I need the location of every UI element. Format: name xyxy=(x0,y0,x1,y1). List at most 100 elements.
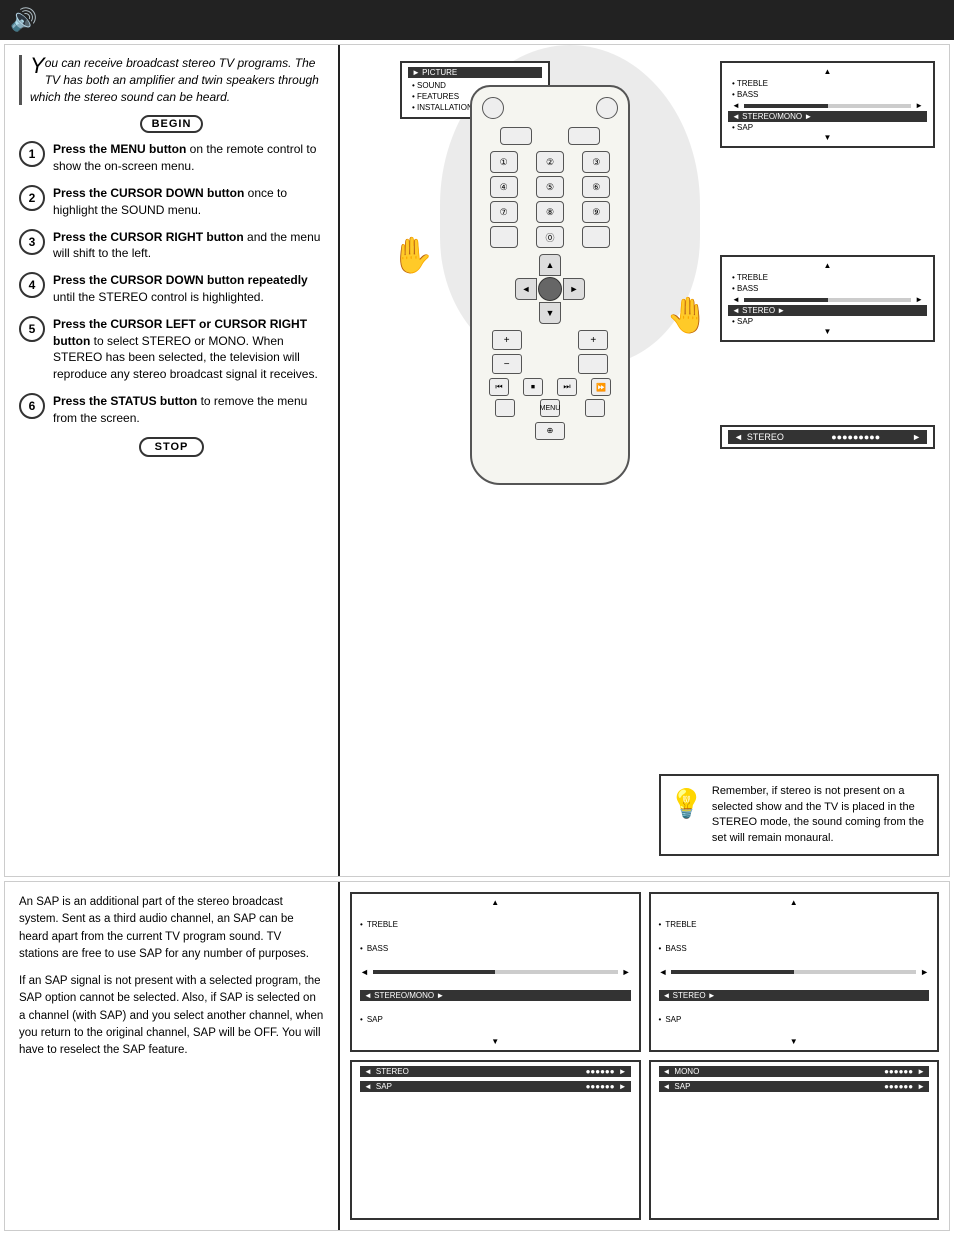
step-text-5: Press the CURSOR LEFT or CURSOR RIGHT bu… xyxy=(53,316,324,383)
stereo-item-treble: • TREBLE xyxy=(728,272,927,283)
remote-num-6[interactable]: ⑥ xyxy=(582,176,610,198)
sound-arrow-down: ▼ xyxy=(728,133,927,142)
left-hand-icon: 🤚 xyxy=(390,235,434,276)
transport-btn-4[interactable]: ⏩ xyxy=(591,378,611,396)
cursor-left-btn[interactable]: ◄ xyxy=(515,278,537,300)
stereo-arrow-down: ▼ xyxy=(728,327,927,336)
ch-minus-btn[interactable] xyxy=(578,354,608,374)
stereo-bar-content: ◄ STEREO ●●●●●●●●● ► xyxy=(728,430,927,444)
remote-input-btn[interactable] xyxy=(596,97,618,119)
stereo-item-bass: • BASS xyxy=(728,283,927,294)
vol-minus-btn[interactable]: − xyxy=(492,354,522,374)
volume-channel-row: + + xyxy=(482,330,618,350)
cursor-up-btn[interactable]: ▲ xyxy=(539,254,561,276)
remote-function-row xyxy=(482,127,618,145)
step-text-6: Press the STATUS button to remove the me… xyxy=(53,393,324,427)
cursor-down-btn[interactable]: ▼ xyxy=(539,302,561,324)
step-5: 5 Press the CURSOR LEFT or CURSOR RIGHT … xyxy=(19,316,324,383)
diag2-stereo-highlight: ◄ STEREO ► xyxy=(659,990,930,1001)
cursor-right-btn[interactable]: ► xyxy=(563,278,585,300)
sound-title-arrow: ▲ xyxy=(728,67,927,76)
step-bold-6: Press the STATUS button xyxy=(53,394,197,408)
diag2-sap: • SAP xyxy=(659,1014,930,1025)
sap-para-1: An SAP is an additional part of the ster… xyxy=(19,894,324,963)
step-text-1: Press the MENU button on the remote cont… xyxy=(53,141,324,175)
volume-channel-minus-row: − xyxy=(482,354,618,374)
speaker-icon: 🔊 xyxy=(10,7,37,33)
sound-item-bass: • BASS xyxy=(728,89,927,100)
remote-num-1[interactable]: ① xyxy=(490,151,518,173)
step-2: 2 Press the CURSOR DOWN button once to h… xyxy=(19,185,324,219)
bottom-left-text: An SAP is an additional part of the ster… xyxy=(5,882,340,1230)
remote-power-btn[interactable] xyxy=(482,97,504,119)
remote-btn-empty1[interactable] xyxy=(490,226,518,248)
sound-item-sap: • SAP xyxy=(728,122,927,133)
transport-btn-1[interactable]: ⏮ xyxy=(489,378,509,396)
step-bold-2: Press the CURSOR DOWN button xyxy=(53,186,244,200)
remote-num-0[interactable]: ⓪ xyxy=(536,226,564,248)
transport-btn-7[interactable] xyxy=(585,399,605,417)
diag1-arrow-up: ▲ xyxy=(360,898,631,907)
step-6: 6 Press the STATUS button to remove the … xyxy=(19,393,324,427)
transport-row-1: ⏮ ⏹ ⏭ ⏩ xyxy=(482,378,618,396)
remote-top-buttons xyxy=(482,97,618,119)
tip-text: Remember, if stereo is not present on a … xyxy=(712,784,929,846)
status-btn[interactable]: ⊕ xyxy=(535,422,565,440)
diag-box-2: ▲ • TREBLE • BASS ◄ ► ◄ STEREO ► • SAP xyxy=(649,892,940,1052)
step-bold-5: Press the CURSOR LEFT or CURSOR RIGHT bu… xyxy=(53,317,307,348)
remote-control-container: 🤚 🤚 ① xyxy=(440,85,660,485)
sound-item-treble: • TREBLE xyxy=(728,78,927,89)
transport-btn-5[interactable] xyxy=(495,399,515,417)
vol-plus-btn[interactable]: + xyxy=(492,330,522,350)
stereo-title-arrow: ▲ xyxy=(728,261,927,270)
intro-body: ou can receive broadcast stereo TV progr… xyxy=(30,56,319,104)
top-section: Y ou can receive broadcast stereo TV pro… xyxy=(4,44,950,877)
diag4-sap-bar: ◄ SAP ●●●●●● ► xyxy=(659,1081,930,1092)
remote-num-4[interactable]: ④ xyxy=(490,176,518,198)
transport-btn-3[interactable]: ⏭ xyxy=(557,378,577,396)
remote-num-2[interactable]: ② xyxy=(536,151,564,173)
screen-stereo-bar: ◄ STEREO ●●●●●●●●● ► xyxy=(720,425,935,449)
step-num-1: 1 xyxy=(19,141,45,167)
remote-btn-empty2[interactable] xyxy=(582,226,610,248)
header-bar: 🔊 xyxy=(0,0,954,40)
transport-btn-menu[interactable]: MENU xyxy=(540,399,560,417)
remote-num-5[interactable]: ⑤ xyxy=(536,176,564,198)
remote-btn-f2[interactable] xyxy=(568,127,600,145)
screen-sound-menu: ▲ • TREBLE • BASS ◄ ► ◄ STEREO/MONO ► • … xyxy=(720,61,935,148)
stereo-item-sap: • SAP xyxy=(728,316,927,327)
main-content: Y ou can receive broadcast stereo TV pro… xyxy=(0,40,954,1235)
diag2-bass: • BASS xyxy=(659,943,930,954)
remote-num-9[interactable]: ⑨ xyxy=(582,201,610,223)
begin-badge: BEGIN xyxy=(140,115,204,133)
stereo-balance-slider: ◄ ► xyxy=(728,294,927,305)
diag-box-1: ▲ • TREBLE • BASS ◄ ► ◄ STEREO/MONO ► • xyxy=(350,892,641,1052)
remote-btn-f1[interactable] xyxy=(500,127,532,145)
status-btn-row: ⊕ xyxy=(482,421,618,440)
remote-num-3[interactable]: ③ xyxy=(582,151,610,173)
remote-num-8[interactable]: ⑧ xyxy=(536,201,564,223)
ch-plus-btn[interactable]: + xyxy=(578,330,608,350)
remote-num-7[interactable]: ⑦ xyxy=(490,201,518,223)
stereo-highlighted-stereo: ◄ STEREO ► xyxy=(728,305,927,316)
step-num-2: 2 xyxy=(19,185,45,211)
step-text-3: Press the CURSOR RIGHT button and the me… xyxy=(53,229,324,263)
diag1-balance: ◄ ► xyxy=(360,966,631,978)
screen-stereo-selection: ▲ • TREBLE • BASS ◄ ► ◄ STEREO ► • SAP ▼ xyxy=(720,255,935,342)
bottom-section: An SAP is an additional part of the ster… xyxy=(4,881,950,1231)
bottom-diagrams: ▲ • TREBLE • BASS ◄ ► ◄ STEREO/MONO ► • xyxy=(340,882,949,1230)
step-1: 1 Press the MENU button on the remote co… xyxy=(19,141,324,175)
stop-badge: STOP xyxy=(139,437,205,457)
diag-box-3: ◄ STEREO ●●●●●● ► ◄ SAP ●●●●●● ► xyxy=(350,1060,641,1220)
diag2-arrow-down: ▼ xyxy=(659,1037,930,1046)
sap-para-2: If an SAP signal is not present with a s… xyxy=(19,973,324,1059)
transport-btn-2[interactable]: ⏹ xyxy=(523,378,543,396)
dpad-center[interactable] xyxy=(538,277,562,301)
transport-row-2: MENU xyxy=(482,399,618,417)
remote-numpad: ① ② ③ ④ ⑤ ⑥ ⑦ ⑧ ⑨ ⓪ xyxy=(482,151,618,248)
remote-body: ① ② ③ ④ ⑤ ⑥ ⑦ ⑧ ⑨ ⓪ xyxy=(470,85,630,485)
big-letter-y: Y xyxy=(30,55,45,77)
tip-box: 💡 Remember, if stereo is not present on … xyxy=(659,774,939,856)
diag3-sap-bar: ◄ SAP ●●●●●● ► xyxy=(360,1081,631,1092)
step-text-2: Press the CURSOR DOWN button once to hig… xyxy=(53,185,324,219)
